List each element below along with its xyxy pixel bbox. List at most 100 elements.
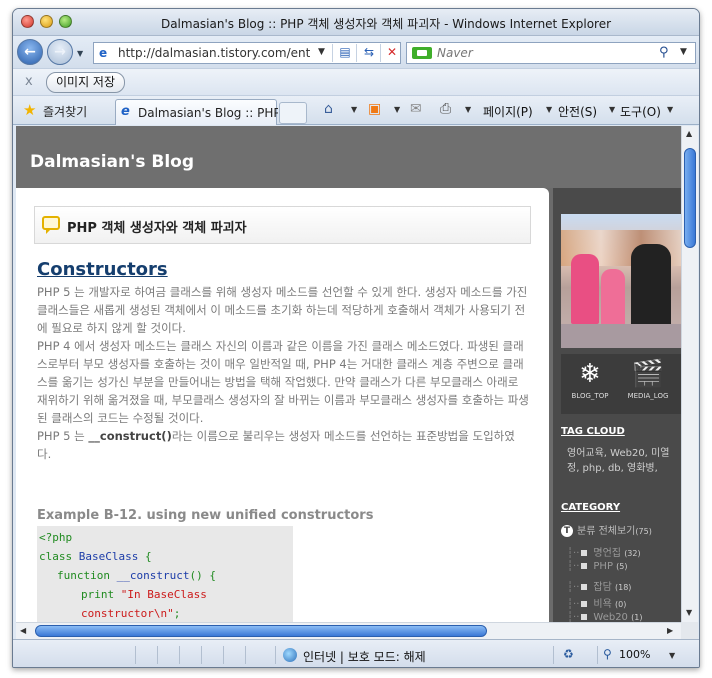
- category-item[interactable]: ┆·· 명언집 (32): [567, 544, 641, 559]
- safety-menu[interactable]: 안전(S): [558, 103, 597, 120]
- category-item[interactable]: ┆·· Web20 (1): [567, 612, 642, 622]
- category-name[interactable]: 명언집: [593, 548, 621, 559]
- category-item[interactable]: ┆·· PHP (5): [567, 561, 628, 572]
- search-dropdown-icon[interactable]: ▼: [680, 47, 687, 57]
- new-tab-button[interactable]: [279, 102, 307, 124]
- stop-icon[interactable]: ✕: [383, 45, 401, 61]
- category-root-count: (75): [635, 527, 652, 536]
- browser-tab[interactable]: e Dalmasian's Blog :: PHP ...: [115, 99, 278, 125]
- blog-header: Dalmasian's Blog: [16, 126, 681, 188]
- close-window-button[interactable]: [21, 15, 34, 28]
- category-item[interactable]: ┆·· 잡담 (18): [567, 578, 631, 593]
- address-field[interactable]: e http://dalmasian.tistory.com/ent ▼ ▤ ⇆…: [93, 42, 401, 64]
- category-bullet-icon: [581, 601, 588, 607]
- mail-icon[interactable]: ✉: [410, 101, 422, 117]
- status-divider: [553, 646, 554, 664]
- rss-dropdown-icon[interactable]: ▼: [394, 105, 400, 114]
- category-heading[interactable]: CATEGORY: [561, 502, 620, 513]
- horizontal-scrollbar[interactable]: ◀ ▶: [16, 622, 681, 639]
- tools-menu-dropdown-icon[interactable]: ▼: [667, 105, 673, 114]
- compatibility-view-icon[interactable]: ▤: [336, 45, 354, 61]
- tools-menu[interactable]: 도구(O): [620, 103, 661, 120]
- tag-cloud-heading[interactable]: TAG CLOUD: [561, 426, 625, 437]
- tree-line-icon: ┆··: [567, 612, 580, 622]
- zoom-dropdown-icon[interactable]: ▼: [669, 651, 675, 660]
- category-name[interactable]: Web20: [593, 612, 628, 622]
- forward-arrow-icon: →: [54, 44, 66, 60]
- forward-button[interactable]: →: [47, 39, 73, 65]
- print-dropdown-icon[interactable]: ▼: [465, 105, 471, 114]
- refresh-icon[interactable]: ⇆: [360, 45, 378, 61]
- clapperboard-icon: 🎬: [631, 359, 665, 389]
- maximize-window-button[interactable]: [59, 15, 72, 28]
- ie-window: Dalmasian's Blog :: PHP 객체 생성자와 객체 파괴자 -…: [12, 8, 700, 668]
- scroll-right-icon[interactable]: ▶: [667, 626, 673, 635]
- safety-menu-dropdown-icon[interactable]: ▼: [609, 105, 615, 114]
- category-name[interactable]: 잡담: [593, 582, 611, 593]
- address-dropdown-icon[interactable]: ▼: [318, 47, 325, 57]
- back-button[interactable]: ←: [17, 39, 43, 65]
- recent-pages-dropdown[interactable]: ▼: [77, 49, 83, 58]
- minimize-window-button[interactable]: [40, 15, 53, 28]
- page-menu[interactable]: 페이지(P): [483, 103, 533, 120]
- rss-feed-icon[interactable]: ▣: [368, 101, 381, 117]
- vertical-scroll-thumb[interactable]: [684, 148, 696, 248]
- search-placeholder[interactable]: Naver: [437, 46, 473, 60]
- section-heading-link[interactable]: Constructors: [37, 259, 168, 280]
- close-toolbar-icon[interactable]: x: [25, 74, 33, 89]
- window-title: Dalmasian's Blog :: PHP 객체 생성자와 객체 파괴자 -…: [160, 17, 612, 31]
- title-bar: Dalmasian's Blog :: PHP 객체 생성자와 객체 파괴자 -…: [13, 9, 699, 36]
- paragraph-2: PHP 4 에서 생성자 메소드는 클래스 자신의 이름과 같은 이름을 가진 …: [37, 339, 529, 425]
- code-keyword: function: [57, 569, 110, 582]
- home-icon[interactable]: ⌂: [324, 101, 333, 117]
- tree-line-icon: ┆··: [567, 599, 580, 610]
- category-bullet-icon: [581, 563, 588, 569]
- code-function-name: __construct: [116, 569, 190, 582]
- blog-top-link[interactable]: ❄ BLOG_TOP: [565, 358, 615, 400]
- speech-bubble-icon: [42, 216, 60, 234]
- favorites-star-icon[interactable]: ★: [23, 101, 36, 119]
- home-dropdown-icon[interactable]: ▼: [351, 105, 357, 114]
- print-icon[interactable]: ⎙: [440, 101, 451, 117]
- search-field[interactable]: Naver ⚲ ▼: [406, 42, 696, 64]
- category-item[interactable]: ┆·· 비욕 (0): [567, 595, 626, 610]
- scroll-left-icon[interactable]: ◀: [20, 626, 26, 635]
- favorites-button[interactable]: 즐겨찾기: [43, 103, 87, 120]
- category-count: (1): [631, 613, 643, 622]
- category-count: (32): [624, 549, 641, 558]
- address-url[interactable]: http://dalmasian.tistory.com/ent: [118, 46, 310, 60]
- status-divider: [275, 646, 276, 664]
- save-image-button[interactable]: 이미지 저장: [46, 72, 126, 93]
- tree-toggle-icon[interactable]: T: [561, 525, 573, 537]
- status-divider: [223, 646, 224, 664]
- category-root[interactable]: T 분류 전체보기(75): [561, 522, 652, 537]
- horizontal-scroll-thumb[interactable]: [35, 625, 487, 637]
- vertical-scrollbar[interactable]: ▲ ▼: [681, 126, 698, 622]
- category-root-label[interactable]: 분류 전체보기: [577, 526, 635, 537]
- tree-line-icon: ┆··: [567, 582, 580, 593]
- media-log-link[interactable]: 🎬 MEDIA_LOG: [623, 358, 673, 400]
- status-divider: [157, 646, 158, 664]
- security-zone-status[interactable]: 인터넷 | 보호 모드: 해제: [303, 648, 426, 665]
- sidebar-icon-links: ❄ BLOG_TOP 🎬 MEDIA_LOG: [561, 354, 681, 414]
- scroll-up-icon[interactable]: ▲: [686, 129, 692, 138]
- zoom-icon[interactable]: ⚲: [603, 647, 612, 661]
- blog-title[interactable]: Dalmasian's Blog: [30, 152, 194, 172]
- tag-cloud[interactable]: 영어교육, Web20, 미열정, php, db, 영화병,: [567, 446, 681, 476]
- category-name[interactable]: PHP: [593, 561, 613, 572]
- code-keyword: print: [81, 588, 115, 601]
- zoom-level[interactable]: 100%: [619, 648, 650, 661]
- category-name[interactable]: 비욕: [593, 599, 611, 610]
- popup-blocker-icon[interactable]: ♻: [563, 647, 574, 661]
- snowflake-icon: ❄: [579, 359, 601, 389]
- page-menu-dropdown-icon[interactable]: ▼: [546, 105, 552, 114]
- scroll-down-icon[interactable]: ▼: [686, 608, 692, 617]
- search-icon[interactable]: ⚲: [659, 45, 669, 60]
- post-content: PHP 객체 생성자와 객체 파괴자 Constructors PHP 5 는 …: [16, 188, 549, 622]
- code-keyword: class: [39, 550, 73, 563]
- media-log-label: MEDIA_LOG: [627, 392, 669, 400]
- profile-photo[interactable]: [561, 214, 681, 348]
- favorites-bar: ★ 즐겨찾기 e Dalmasian's Blog :: PHP ... ⌂ ▼…: [13, 95, 699, 125]
- status-divider: [179, 646, 180, 664]
- code-class-name: BaseClass: [78, 550, 139, 563]
